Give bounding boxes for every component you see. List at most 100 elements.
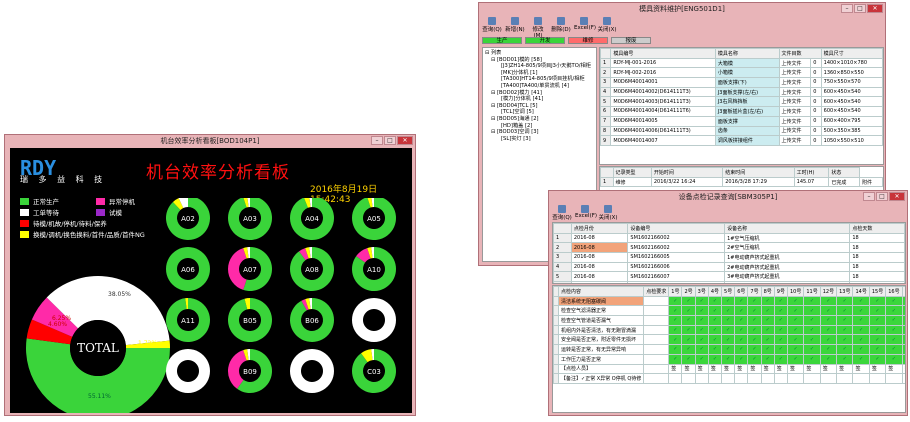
column-header[interactable]: 状态 bbox=[828, 167, 860, 178]
column-header[interactable]: 2号 bbox=[681, 286, 696, 297]
machine-donut-A07[interactable]: A07 bbox=[228, 247, 272, 291]
column-header[interactable]: 模具尺寸 bbox=[820, 48, 883, 59]
table-row[interactable]: 4 M0D6M40014002(D614111T3) J3面板支撑(左/右) 上传文件… bbox=[600, 86, 883, 98]
column-header[interactable]: 16号 bbox=[885, 286, 903, 297]
toolbar-button[interactable]: 删除(D) bbox=[551, 16, 571, 36]
column-header[interactable]: 文件目数 bbox=[778, 48, 822, 59]
table-row[interactable]: 9 M0D6M40014007 调风板拼接组件 上传文件 0 1050×550×510 bbox=[600, 135, 883, 146]
machine-donut-A08[interactable]: A08 bbox=[290, 247, 334, 291]
minimize-icon[interactable]: – bbox=[841, 4, 853, 13]
column-header[interactable]: 记录类型 bbox=[612, 167, 652, 178]
tree-node[interactable]: ⊟ [BOD03]空调 [3] bbox=[485, 129, 594, 136]
close-icon[interactable]: ✕ bbox=[397, 136, 413, 145]
minimize-icon[interactable]: – bbox=[863, 192, 875, 201]
toolbar-button[interactable]: 关闭(X) bbox=[597, 16, 617, 36]
toolbar-button[interactable]: 新增(N) bbox=[505, 16, 525, 36]
toolbar-button[interactable]: 查询(Q) bbox=[552, 204, 572, 224]
column-header[interactable]: 设备名称 bbox=[724, 223, 851, 234]
column-header[interactable]: 结束时间 bbox=[722, 167, 795, 178]
column-header[interactable]: 工时(H) bbox=[793, 167, 830, 178]
column-header[interactable]: 点检月份 bbox=[570, 223, 629, 234]
maximize-icon[interactable]: □ bbox=[384, 136, 396, 145]
tree-node[interactable]: [TA400]TA400/单贯流机 [4] bbox=[485, 83, 594, 90]
column-header[interactable]: 17号 bbox=[901, 286, 905, 297]
column-header[interactable]: 设备编号 bbox=[627, 223, 726, 234]
column-header[interactable]: 14号 bbox=[852, 286, 870, 297]
column-header[interactable]: 9号 bbox=[773, 286, 788, 297]
table-row[interactable]: 3 2016-08 SM1602166005 1#电动葫芦挤式起重机 18 bbox=[553, 252, 905, 263]
status-tab[interactable]: 开发 bbox=[525, 37, 565, 44]
table-row[interactable]: 7 M0D6M40014005 面板支撑 上传文件 0 600×400×795 bbox=[600, 115, 883, 127]
tree-node[interactable]: [TCL]空调 [5] bbox=[485, 109, 594, 116]
table-row[interactable]: 运转是否正常，有无异常异响✓✓✓✓✓✓✓✓✓✓✓✓✓✓✓✓✓✓ bbox=[553, 344, 905, 355]
table-row[interactable]: 【备注】✓正常 X异常 O停机 Q待修 bbox=[553, 373, 905, 384]
machine-donut-B07[interactable]: B07 bbox=[351, 298, 396, 342]
status-tab[interactable]: 生产 bbox=[482, 37, 522, 44]
machine-donut-A10[interactable]: A10 bbox=[352, 247, 396, 291]
table-row[interactable]: 3 M0D6M40014001 面板支撑(下) 上传文件 0 750×550×570 bbox=[600, 77, 883, 88]
close-icon[interactable]: ✕ bbox=[889, 192, 905, 201]
machine-donut-A02[interactable]: A02 bbox=[166, 198, 210, 240]
column-header[interactable]: 开始时间 bbox=[650, 167, 724, 178]
toolbar-button[interactable]: 查询(Q) bbox=[482, 16, 502, 36]
table-row[interactable]: 5 2016-08 SM1602166007 3#电动葫芦挤式起重机 18 bbox=[553, 271, 905, 283]
column-header[interactable]: 10号 bbox=[786, 286, 805, 297]
table-row[interactable]: 6 M0D6M40014004(D614111T6) J3面板插片盒(左/右) 上传文… bbox=[600, 106, 883, 117]
table-row[interactable]: 2 RDY-MJ-002-2016 小箱模 上传文件 0 1360×850×550 bbox=[600, 67, 883, 79]
table-row[interactable]: 机组内外是否清洁，有无跑冒滴漏✓✓✓✓✓✓✓✓✓✓✓✓✓✓✓✓✓✓ bbox=[553, 324, 905, 336]
column-header[interactable]: 4号 bbox=[707, 286, 723, 297]
table-row[interactable]: 1 维修 2016/3/22 16:24 2016/3/28 17:29 145.07 已… bbox=[600, 176, 883, 188]
column-header[interactable]: 点检内容 bbox=[557, 286, 645, 297]
table-row[interactable]: 5 M0D6M40014003(D614111T3) J3右风档挡板 上传文件 0 600… bbox=[600, 96, 883, 108]
maximize-icon[interactable]: □ bbox=[876, 192, 888, 201]
machine-donut-C02[interactable]: C02 bbox=[289, 349, 334, 393]
machine-donut-A03[interactable]: A03 bbox=[228, 198, 272, 240]
tree-node[interactable]: ⊟ 列表 bbox=[485, 50, 594, 57]
table-row[interactable]: 62016-08SM16021660084#电动葫芦挤式起重机18 bbox=[553, 281, 905, 283]
machine-donut-A05[interactable]: A05 bbox=[352, 198, 396, 240]
minimize-icon[interactable]: – bbox=[371, 136, 383, 145]
column-header[interactable]: 13号 bbox=[836, 286, 854, 297]
column-header[interactable]: 7号 bbox=[747, 286, 762, 297]
table-row[interactable]: 检查空气管道是否漏气✓✓✓✓✓✓✓✓✓✓✓✓✓✓✓✓✓✓ bbox=[553, 315, 905, 326]
tree-node[interactable]: ⊟ [BOD05]海通 [2] bbox=[485, 116, 594, 123]
tree-node[interactable]: [SL]实灯 [3] bbox=[485, 136, 594, 143]
table-row[interactable]: 4 2016-08 SM1602166006 2#电动葫芦挤式起重机 18 bbox=[553, 261, 905, 273]
machine-donut-B08[interactable]: B08 bbox=[165, 349, 210, 393]
column-header[interactable]: 点检天数 bbox=[849, 223, 905, 234]
maximize-icon[interactable]: □ bbox=[854, 4, 866, 13]
table-row[interactable]: 8 M0D6M40014006(D614111T3) 齿条 上传文件 0 500×350×… bbox=[600, 125, 883, 137]
table-row[interactable]: 工作压力是否正常✓✓✓✓✓✓✓✓✓✓✓✓✓✓✓✓✓✓ bbox=[553, 353, 905, 365]
machine-donut-C03[interactable]: C03 bbox=[352, 349, 396, 393]
column-header[interactable]: 6号 bbox=[734, 286, 749, 297]
column-header[interactable]: 12号 bbox=[819, 286, 838, 297]
column-header[interactable]: 3号 bbox=[694, 286, 709, 297]
machine-donut-A11[interactable]: A11 bbox=[166, 298, 211, 342]
close-icon[interactable]: ✕ bbox=[867, 4, 883, 13]
table-row[interactable]: 1 RDY-MJ-001-2016 大箱模 上传文件 0 1400×1010×780 bbox=[600, 57, 883, 69]
column-header[interactable]: 5号 bbox=[721, 286, 736, 297]
toolbar-button[interactable]: 关闭(X) bbox=[598, 204, 618, 224]
table-row[interactable]: 安全阀是否正常，附近零件无损坏✓✓✓✓✓✓✓✓✓✓✓✓✓✓✓✓✓✓ bbox=[553, 334, 905, 346]
table-row[interactable]: 检查空气滤清器正常✓✓✓✓✓✓✓✓✓✓✓✓✓✓✓✓✓✓ bbox=[553, 305, 905, 317]
machine-donut-B09[interactable]: B09 bbox=[228, 349, 272, 393]
toolbar-button[interactable]: Excel(F) bbox=[574, 16, 596, 36]
table-row[interactable]: 2 2016-08 SM1602166002 2#空气压缩机 18 bbox=[553, 242, 905, 254]
table-row[interactable]: 1 2016-08 SM1602166002 1#空气压缩机 18 bbox=[553, 232, 905, 244]
machine-donut-A06[interactable]: A06 bbox=[165, 247, 210, 291]
machine-donut-B05[interactable]: B05 bbox=[228, 298, 272, 342]
status-tab[interactable]: 报废 bbox=[611, 37, 651, 44]
toolbar-button[interactable]: Excel(F) bbox=[575, 204, 597, 224]
tree-node[interactable]: [TA300]HT14-805/9项目挂机/相柜 bbox=[485, 76, 594, 83]
column-header[interactable]: 15号 bbox=[868, 286, 887, 297]
column-header[interactable]: 1号 bbox=[668, 286, 683, 297]
tree-node[interactable]: [J3]ZH14-805/9项目J3小天鹅TO/相柜 bbox=[485, 63, 594, 70]
machine-donut-B06[interactable]: B06 bbox=[290, 298, 334, 342]
column-header[interactable]: 8号 bbox=[760, 286, 775, 297]
column-header[interactable]: 11号 bbox=[803, 286, 821, 297]
status-tab[interactable]: 维修 bbox=[568, 37, 608, 44]
column-header[interactable]: 模具编号 bbox=[610, 48, 716, 59]
column-header[interactable]: 点检要求 bbox=[643, 286, 670, 297]
tree-node[interactable]: [模力]分体机 [41] bbox=[485, 96, 594, 103]
table-row[interactable]: 【点检人员】签签签签签签签签签签签签签签签签签签 bbox=[553, 363, 905, 375]
